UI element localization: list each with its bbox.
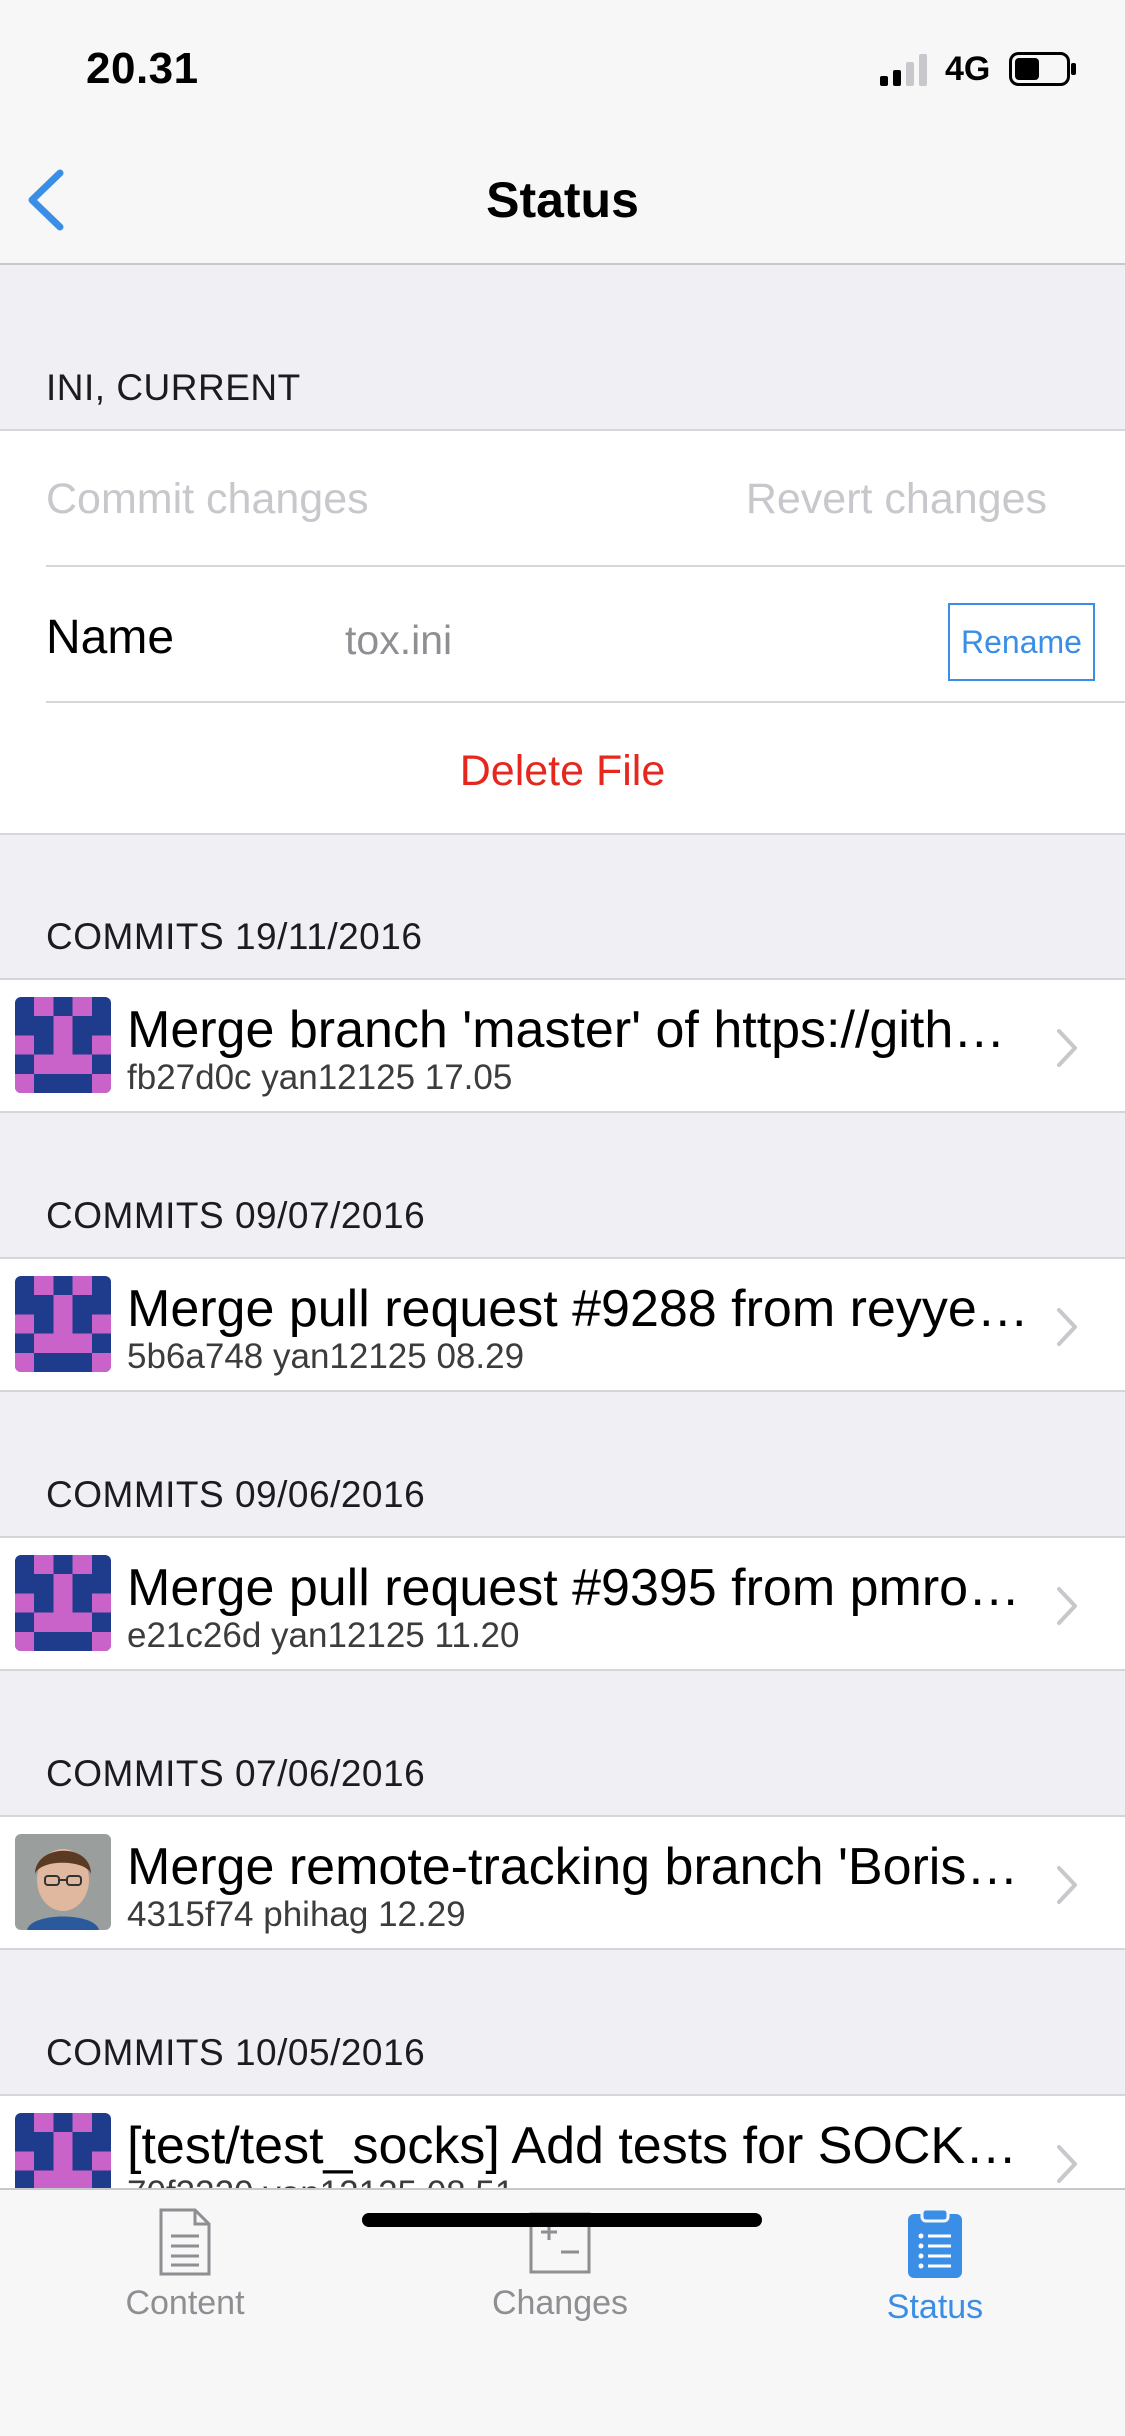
identicon-avatar — [15, 1276, 111, 1372]
revert-changes-button[interactable]: Revert changes — [746, 475, 1047, 524]
commit-title: Merge pull request #9395 from pmrowla/pr… — [127, 1559, 1032, 1617]
section-header-commits: COMMITS 19/11/2016 — [46, 916, 423, 957]
commit-row[interactable]: Merge pull request #9395 from pmrowla/pr… — [0, 1536, 1125, 1671]
user-photo-avatar — [15, 1834, 111, 1930]
network-type: 4G — [945, 50, 991, 88]
commit-title: Merge branch 'master' of https://github.… — [127, 1001, 1032, 1059]
commit-meta: 4315f74 phihag 12.29 — [127, 1895, 466, 1934]
commit-row[interactable]: Merge pull request #9288 from reyyed/pat… — [0, 1257, 1125, 1392]
tab-status[interactable]: Status — [805, 2208, 1065, 2327]
document-icon — [159, 2208, 211, 2276]
name-row: Name tox.ini Rename — [0, 567, 1125, 701]
commit-meta: 5b6a748 yan12125 08.29 — [127, 1337, 525, 1376]
section-header-commits: COMMITS 09/06/2016 — [46, 1474, 426, 1515]
commit-row[interactable]: Merge remote-tracking branch 'Boris/mast… — [0, 1815, 1125, 1950]
clipboard-list-icon — [908, 2208, 962, 2278]
section-header-file: INI, CURRENT — [46, 367, 301, 408]
commit-changes-button[interactable]: Commit changes — [46, 475, 369, 524]
chevron-right-icon — [1057, 1308, 1077, 1346]
section-header-commits: COMMITS 07/06/2016 — [46, 1753, 426, 1794]
section-header-commits: COMMITS 09/07/2016 — [46, 1195, 426, 1236]
section-header-commits: COMMITS 10/05/2016 — [46, 2032, 426, 2073]
signal-icon — [880, 54, 927, 86]
commit-row[interactable]: Merge branch 'master' of https://github.… — [0, 978, 1125, 1113]
commit-title: [test/test_socks] Add tests for SOCKS pr… — [127, 2117, 1032, 2175]
page-title: Status — [486, 172, 639, 228]
commit-title: Merge pull request #9288 from reyyed/pat… — [127, 1280, 1032, 1338]
battery-icon — [1009, 52, 1076, 86]
name-label: Name — [46, 611, 175, 664]
rename-button[interactable]: Rename — [948, 603, 1095, 681]
chevron-right-icon — [1057, 1029, 1077, 1067]
identicon-avatar — [15, 997, 111, 1093]
status-bar: 20.31 4G — [0, 0, 1125, 135]
commit-meta: e21c26d yan12125 11.20 — [127, 1616, 520, 1655]
delete-row: Delete File — [0, 703, 1125, 835]
chevron-right-icon — [1057, 2145, 1077, 2183]
clock: 20.31 — [86, 44, 199, 93]
chevron-right-icon — [1057, 1866, 1077, 1904]
navigation-bar: Status — [0, 135, 1125, 265]
commit-revert-row: Commit changes Revert changes — [0, 431, 1125, 565]
identicon-avatar — [15, 1555, 111, 1651]
home-indicator — [362, 2213, 762, 2227]
tab-label: Changes — [491, 2284, 629, 2322]
commit-title: Merge remote-tracking branch 'Boris/mast… — [127, 1838, 1032, 1896]
tab-content[interactable]: Content — [55, 2208, 315, 2323]
commit-meta: fb27d0c yan12125 17.05 — [127, 1058, 513, 1097]
file-actions-group: Commit changes Revert changes Name tox.i… — [0, 429, 1125, 835]
tab-label: Content — [125, 2284, 245, 2322]
file-name-field[interactable]: tox.ini — [345, 617, 452, 664]
delete-file-button[interactable]: Delete File — [0, 747, 1125, 796]
chevron-right-icon — [1057, 1587, 1077, 1625]
tab-label: Status — [886, 2288, 984, 2326]
